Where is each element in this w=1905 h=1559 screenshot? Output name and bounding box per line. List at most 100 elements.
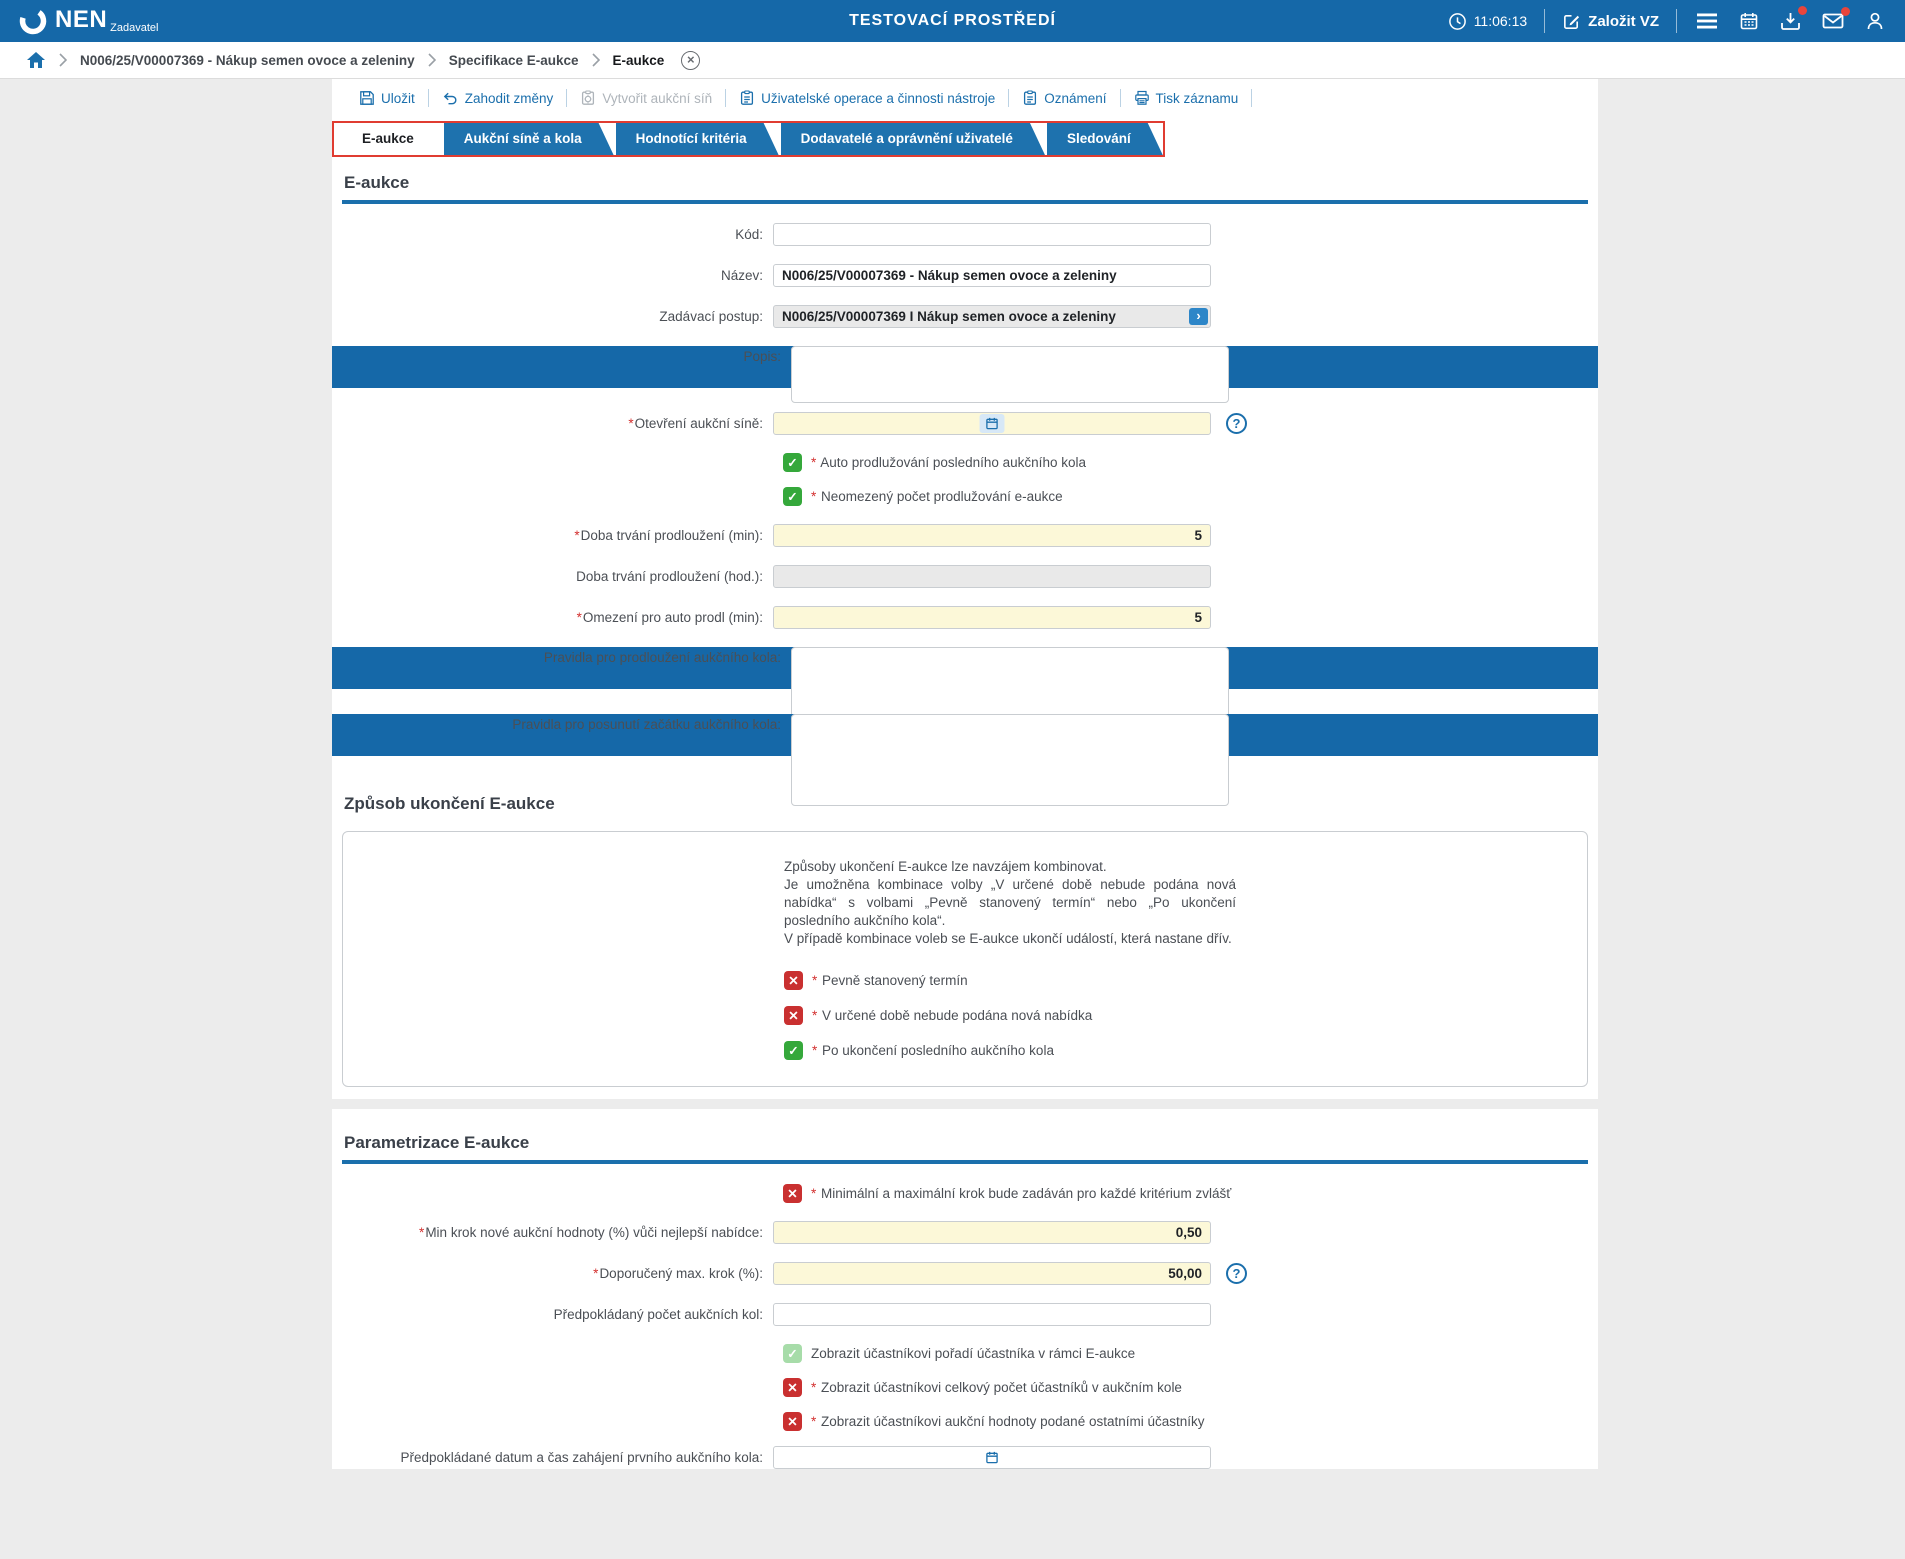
mail-icon [1822, 13, 1844, 29]
discard-changes-button[interactable]: Zahodit změny [429, 90, 567, 106]
popis-label: Popis: [743, 349, 781, 364]
checkbox-label: Zobrazit účastníkovi pořadí účastníka v … [811, 1345, 1136, 1361]
checkbox-unchecked[interactable]: ✕ [784, 970, 803, 990]
tab-hodnotici-kriteria[interactable]: Hodnotící kritéria [616, 123, 779, 155]
checkbox-row: ✓ * Po ukončení posledního aukčního kola [784, 1040, 1587, 1060]
doba-min-label: *Doba trvání prodloužení (min): [574, 528, 763, 543]
checkbox-checked[interactable]: ✓ [783, 487, 802, 506]
brand-name: NEN [55, 6, 108, 33]
help-icon[interactable]: ? [1226, 413, 1247, 434]
nen-logo-icon [19, 7, 47, 35]
checkbox-unchecked[interactable]: ✕ [783, 1411, 802, 1431]
calendar-icon [986, 1451, 998, 1464]
tab-dodavatele[interactable]: Dodavatelé a oprávnění uživatelé [781, 123, 1045, 155]
hamburger-icon [1697, 13, 1717, 29]
checkbox-label: * Zobrazit účastníkovi aukční hodnoty po… [811, 1413, 1205, 1429]
end-methods-box: Způsoby ukončení E-aukce lze navzájem ko… [342, 831, 1588, 1087]
zadavaci-postup-label: Zadávací postup: [659, 309, 763, 324]
header-divider [1676, 9, 1677, 33]
breadcrumb-item-specification[interactable]: Specifikace E-aukce [449, 53, 579, 68]
info-text: Je umožněna kombinace volby „V určené do… [784, 876, 1236, 928]
popis-textarea[interactable] [791, 346, 1229, 403]
checkbox-checked-disabled: ✓ [783, 1343, 802, 1363]
nen-logo[interactable]: NEN Zadavatel [18, 6, 158, 36]
home-icon [27, 52, 45, 68]
brand-subtitle: Zadavatel [110, 22, 159, 34]
checkbox-label: * Minimální a maximální krok bude zadává… [811, 1185, 1232, 1201]
app-header: NEN Zadavatel TESTOVACÍ PROSTŘEDÍ 11:06:… [0, 0, 1905, 42]
undo-icon [443, 92, 457, 105]
close-tab-icon[interactable]: × [681, 50, 701, 70]
create-vz-button[interactable]: Založit VZ [1562, 12, 1659, 31]
print-record-button[interactable]: Tisk záznamu [1121, 90, 1252, 106]
nazev-input[interactable] [773, 264, 1211, 287]
min-krok-input[interactable] [773, 1220, 1211, 1244]
doba-min-input[interactable] [773, 524, 1211, 547]
checkbox-row: ✕ * Zobrazit účastníkovi aukční hodnoty … [783, 1411, 1598, 1431]
checkbox-unchecked[interactable]: ✕ [784, 1005, 803, 1025]
auction-room-icon [582, 90, 595, 105]
pravidla-posunuti-label: Pravidla pro posunutí začátku aukčního k… [512, 717, 781, 732]
messages-button[interactable] [1820, 7, 1850, 32]
menu-button[interactable] [1694, 10, 1720, 32]
pravidla-prodlouzeni-label: Pravidla pro prodloužení aukčního kola: [543, 650, 781, 665]
checkbox-row: ✓ * Auto prodlužování posledního aukčníh… [783, 453, 1598, 472]
downloads-button[interactable] [1778, 6, 1807, 33]
clipboard-icon [1024, 90, 1037, 105]
max-krok-input[interactable] [773, 1261, 1211, 1285]
checkbox-row: ✕ * Pevně stanovený termín [784, 970, 1587, 990]
tab-sledovani[interactable]: Sledování [1047, 123, 1163, 155]
create-auction-room-button: Vytvořit aukční síň [567, 90, 725, 106]
zadavaci-postup-input [773, 305, 1211, 328]
pocet-kol-input[interactable] [773, 1302, 1211, 1326]
form-row: Kód: [332, 223, 1598, 246]
home-button[interactable] [26, 51, 46, 69]
checkbox-label: * Auto prodlužování posledního aukčního … [811, 455, 1086, 470]
checkbox-label: * Zobrazit účastníkovi celkový počet úča… [811, 1379, 1182, 1395]
form-row: *Omezení pro auto prodl (min): [332, 606, 1598, 629]
checkbox-label: * Neomezený počet prodlužování e-aukce [811, 489, 1063, 504]
notification-dot [1798, 6, 1807, 15]
checkbox-unchecked[interactable]: ✕ [783, 1377, 802, 1397]
notices-button[interactable]: Oznámení [1009, 90, 1119, 106]
calendar-button[interactable] [1737, 9, 1761, 33]
chevron-right-icon [591, 53, 600, 67]
section-title: Parametrizace E-aukce [344, 1132, 530, 1152]
kod-label: Kód: [735, 227, 763, 242]
info-text: V případě kombinace voleb se E-aukce uko… [784, 930, 1232, 946]
form-row: Doba trvání prodloužení (hod.): [332, 565, 1598, 588]
checkbox-checked[interactable]: ✓ [783, 453, 802, 472]
tab-aukcni-sine[interactable]: Aukční síně a kola [444, 123, 614, 155]
tab-strip: E-aukce Aukční síně a kola Hodnotící kri… [332, 121, 1165, 157]
date-picker-button[interactable] [979, 414, 1005, 433]
datum-zahajeni-label: Předpokládané datum a čas zahájení první… [400, 1449, 764, 1465]
save-icon [360, 91, 374, 105]
form-row: Pravidla pro prodloužení aukčního kola: [332, 647, 1598, 745]
form-row: Předpokládané datum a čas zahájení první… [332, 1445, 1598, 1469]
save-button[interactable]: Uložit [346, 90, 428, 106]
download-tray-icon [1781, 13, 1800, 30]
nazev-label: Název: [720, 268, 763, 283]
checkbox-row: ✕ * V určené době nebude podána nová nab… [784, 1005, 1587, 1025]
clipboard-icon [741, 90, 754, 105]
checkbox-unchecked[interactable]: ✕ [783, 1183, 802, 1203]
profile-button[interactable] [1863, 9, 1887, 33]
user-operations-button[interactable]: Uživatelské operace a činnosti nástroje [726, 90, 1008, 106]
doba-hod-input [773, 565, 1211, 588]
calendar-icon [1740, 13, 1758, 30]
pravidla-posunuti-textarea[interactable] [791, 714, 1229, 806]
checkbox-checked[interactable]: ✓ [784, 1040, 803, 1060]
open-detail-chevron-button[interactable]: › [1189, 308, 1208, 325]
omezeni-input[interactable] [773, 606, 1211, 629]
breadcrumb-item-procedure[interactable]: N006/25/V00007369 - Nákup semen ovoce a … [80, 53, 415, 68]
tab-eaukce[interactable]: E-aukce [334, 123, 442, 155]
form-row: Název: [332, 264, 1598, 287]
chevron-right-icon [59, 53, 67, 67]
help-icon[interactable]: ? [1226, 1262, 1247, 1284]
section-zpusob-ukonceni: Způsob ukončení E-aukce Způsoby ukončení… [332, 778, 1598, 1087]
form-row: *Doba trvání prodloužení (min): [332, 524, 1598, 547]
toolbar-separator [1251, 89, 1253, 107]
breadcrumb-item-eaukce[interactable]: E-aukce [613, 53, 665, 68]
date-picker-button[interactable] [979, 1447, 1005, 1467]
kod-input[interactable] [773, 223, 1211, 246]
